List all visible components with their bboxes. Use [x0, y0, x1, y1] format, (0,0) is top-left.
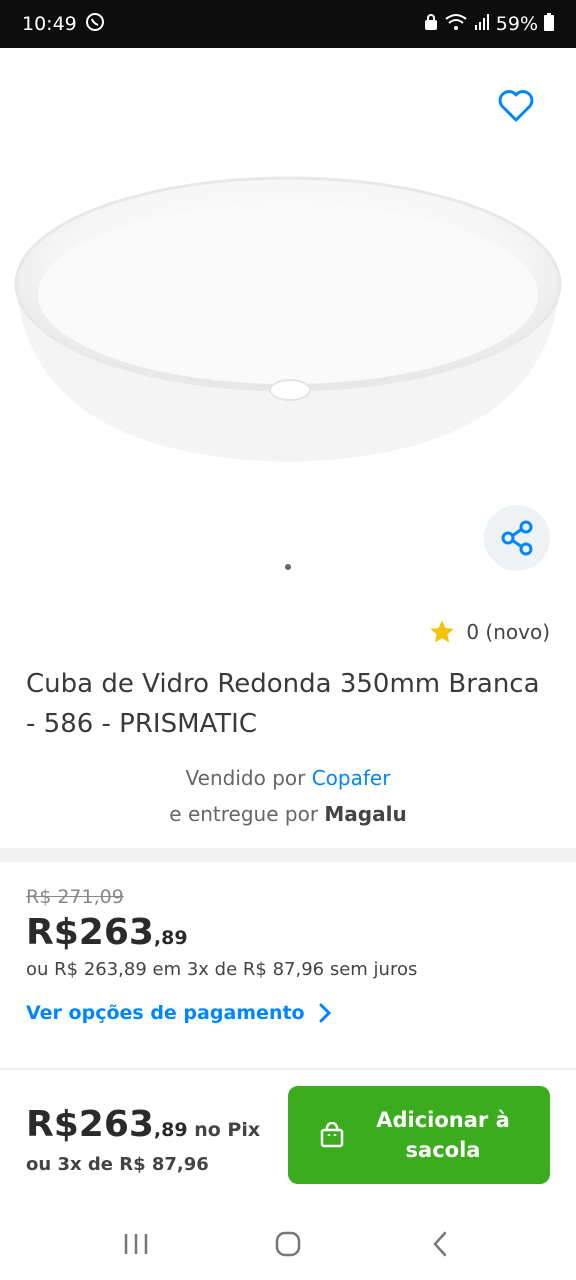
- back-icon: [433, 1231, 447, 1257]
- payment-options-label: Ver opções de pagamento: [26, 1002, 305, 1024]
- favorite-button[interactable]: [494, 84, 538, 128]
- star-icon: [430, 620, 454, 643]
- share-icon: [501, 520, 533, 556]
- carousel-indicator: [285, 564, 291, 570]
- price-integer: R$263: [26, 912, 154, 953]
- buy-bar: R$263,89 no Pix ou 3x de R$ 87,96 Adicio…: [0, 1068, 576, 1208]
- rating[interactable]: 0 (novo): [428, 618, 550, 646]
- pix-installments: ou 3x de R$ 87,96: [26, 1154, 209, 1175]
- status-right: 59%: [424, 12, 554, 36]
- signal-icon: [474, 13, 490, 35]
- deliverer-name: Magalu: [324, 802, 407, 826]
- home-icon: [275, 1231, 301, 1257]
- product-image: [14, 176, 562, 462]
- recent-apps-button[interactable]: [106, 1219, 166, 1269]
- add-to-bag-label: Adicionar à sacola: [376, 1108, 510, 1162]
- payment-options-link[interactable]: Ver opções de pagamento: [26, 1002, 556, 1024]
- share-button[interactable]: [484, 505, 550, 571]
- lock-icon: [424, 13, 438, 36]
- chevron-right-icon: [319, 1003, 331, 1023]
- installments-text: ou R$ 263,89 em 3x de R$ 87,96 sem juros: [26, 959, 418, 980]
- status-time: 10:49: [22, 13, 77, 35]
- delivered-by-line: e entregue por Magalu: [0, 796, 576, 832]
- whatsapp-icon: [85, 12, 105, 37]
- battery-level: 59%: [495, 13, 538, 35]
- rating-text: 0 (novo): [466, 620, 550, 644]
- current-price: R$263,89: [26, 912, 556, 953]
- product-title: Cuba de Vidro Redonda 350mm Branca - 586…: [26, 669, 540, 739]
- price-section: R$ 271,09 R$263,89 ou R$ 263,89 em 3x de…: [26, 886, 556, 1024]
- old-price: R$ 271,09: [26, 886, 124, 908]
- shopping-bag-icon: [320, 1122, 344, 1148]
- heart-icon: [498, 90, 534, 122]
- pix-price-cents: ,89: [153, 1119, 188, 1141]
- sold-by-line: Vendido por Copafer: [0, 760, 576, 796]
- system-nav-bar: [0, 1208, 576, 1280]
- seller-link[interactable]: Copafer: [312, 766, 391, 790]
- status-left: 10:49: [22, 12, 105, 37]
- section-divider: [0, 848, 576, 862]
- battery-icon: [544, 12, 554, 36]
- recent-apps-icon: [124, 1234, 148, 1254]
- pix-price: R$263,89 no Pix: [26, 1104, 260, 1145]
- add-to-bag-button[interactable]: Adicionar à sacola: [288, 1086, 550, 1184]
- home-button[interactable]: [258, 1219, 318, 1269]
- pix-label: no Pix: [187, 1119, 261, 1141]
- delivered-by-label: e entregue por: [169, 802, 325, 826]
- sold-by-label: Vendido por: [185, 766, 312, 790]
- seller-info: Vendido por Copafer e entregue por Magal…: [0, 760, 576, 832]
- product-gallery[interactable]: [0, 48, 576, 608]
- status-bar: 10:49 59%: [0, 0, 576, 48]
- back-button[interactable]: [410, 1219, 470, 1269]
- price-cents: ,89: [153, 927, 188, 949]
- wifi-icon: [444, 13, 468, 36]
- pix-price-integer: R$263: [26, 1104, 154, 1145]
